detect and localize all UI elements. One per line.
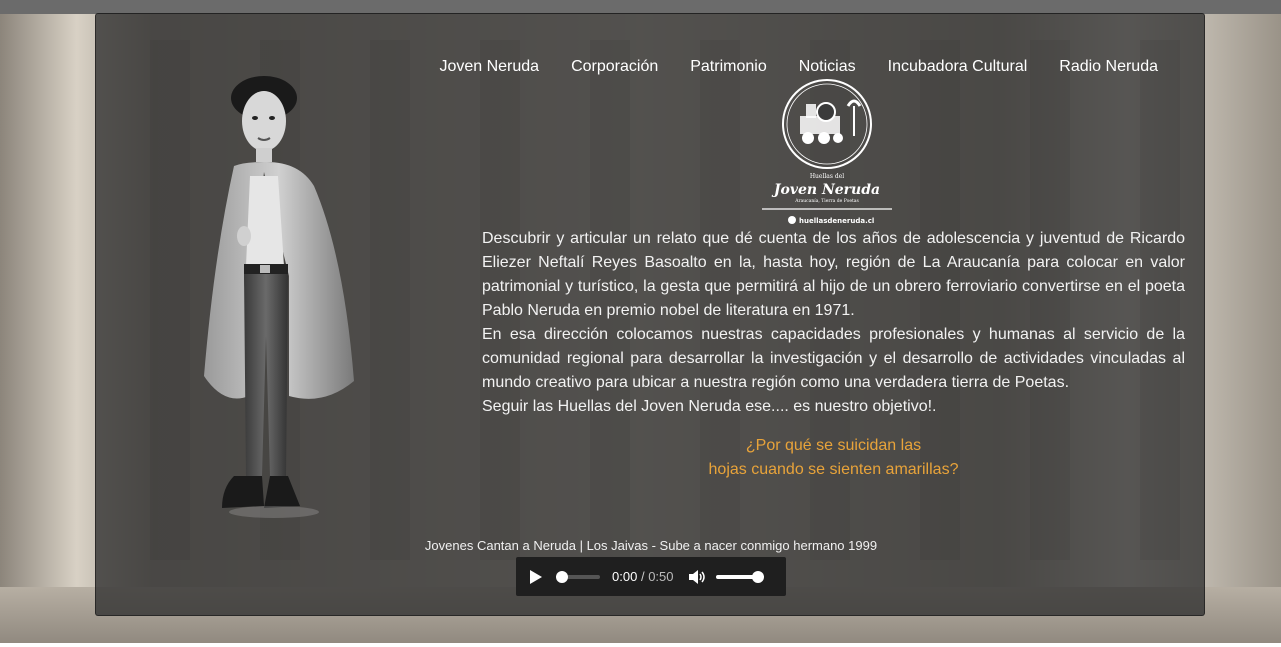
nav-item-incubadora-cultural[interactable]: Incubadora Cultural [872,58,1044,76]
nav-item-radio-neruda[interactable]: Radio Neruda [1043,58,1174,76]
quote-line-2: hojas cuando se sienten amarillas? [708,461,959,478]
volume-icon [688,569,705,584]
huellas-joven-neruda-logo: Huellas del Joven Neruda Araucanía, Tier… [762,79,892,225]
neruda-illustration [204,76,354,518]
audio-title: Jovenes Cantan a Neruda | Los Jaivas - S… [424,538,878,553]
logo-line1: Huellas del [810,173,844,180]
audio-player: 0:00 / 0:50 [516,557,786,596]
duration: 0:50 [648,569,674,584]
time-separator: / [640,569,645,584]
volume-knob[interactable] [751,570,764,583]
main-navigation: Joven Neruda Corporación Patrimonio Noti… [423,58,1174,76]
neruda-quote: ¿Por qué se suicidan las hojas cuando se… [482,434,1185,482]
play-icon [530,569,542,584]
nav-item-patrimonio[interactable]: Patrimonio [674,58,782,76]
mute-button[interactable] [688,569,706,585]
nav-item-corporacion[interactable]: Corporación [555,58,674,76]
main-panel: Joven Neruda Corporación Patrimonio Noti… [95,13,1205,616]
logo-line2: Joven Neruda [771,182,880,198]
nav-item-noticias[interactable]: Noticias [783,58,872,76]
progress-slider[interactable] [556,570,600,583]
intro-text: Descubrir y articular un relato que dé c… [482,227,1185,419]
nav-item-joven-neruda[interactable]: Joven Neruda [423,58,555,76]
current-time: 0:00 [612,569,638,584]
progress-knob[interactable] [556,570,568,583]
logo-site: huellasdeneruda.cl [799,217,874,225]
logo-line3: Araucanía, Tierra de Poetas [794,197,859,204]
quote-line-1: ¿Por qué se suicidan las [745,437,922,454]
intro-paragraph-1: Descubrir y articular un relato que dé c… [482,230,1185,319]
bottom-strip [0,643,1281,647]
play-button[interactable] [528,569,544,585]
intro-paragraph-3: Seguir las Huellas del Joven Neruda ese.… [482,398,937,415]
intro-paragraph-2: En esa dirección colocamos nuestras capa… [482,326,1185,391]
time-display: 0:00 / 0:50 [612,569,674,584]
volume-slider[interactable] [715,570,764,583]
